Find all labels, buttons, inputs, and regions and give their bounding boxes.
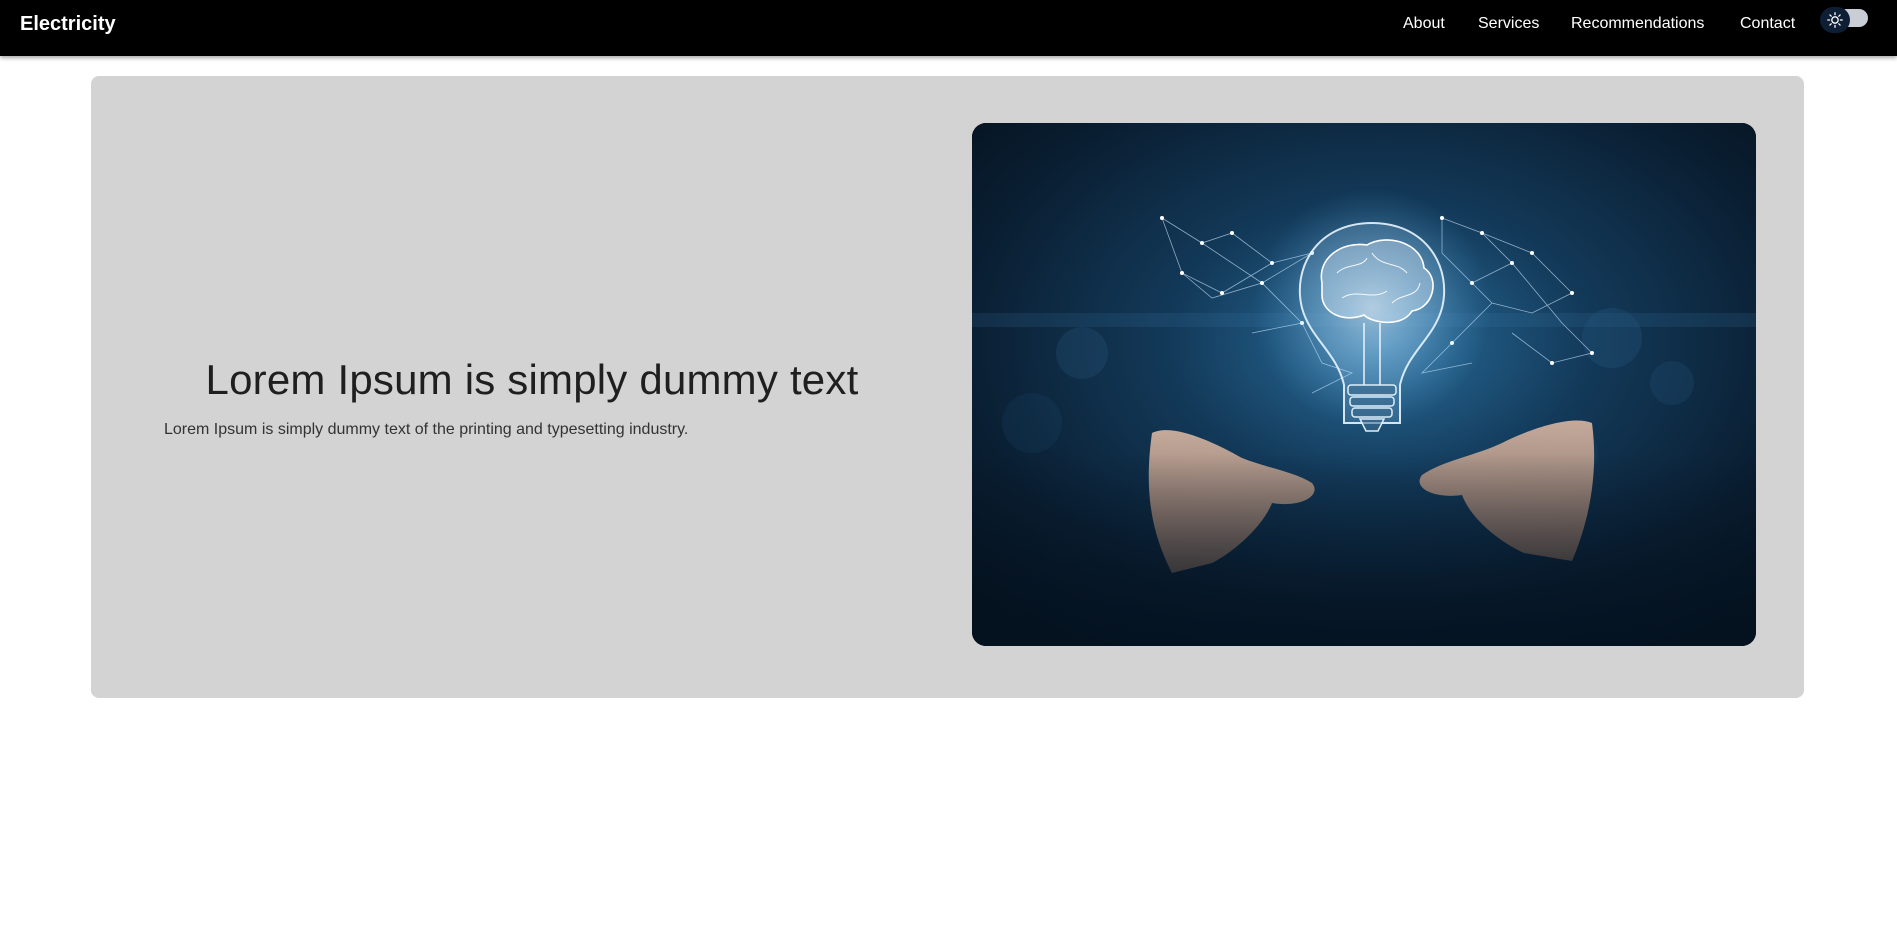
hero-image bbox=[972, 123, 1756, 646]
nav-link-recommendations[interactable]: Recommendations bbox=[1571, 15, 1704, 33]
nav-link-about[interactable]: About bbox=[1403, 15, 1445, 33]
sun-icon bbox=[1827, 12, 1843, 28]
top-navbar: Electricity About Services Recommendatio… bbox=[0, 0, 1897, 56]
hero-title: Lorem Ipsum is simply dummy text bbox=[205, 356, 859, 403]
brand-logo-link[interactable]: Electricity bbox=[20, 13, 116, 36]
lightbulb-hands-illustration bbox=[972, 123, 1756, 646]
hero-text: Lorem Ipsum is simply dummy text of the … bbox=[164, 421, 689, 438]
theme-toggle[interactable] bbox=[1820, 7, 1870, 33]
nav-link-contact[interactable]: Contact bbox=[1740, 15, 1795, 33]
theme-toggle-knob bbox=[1820, 7, 1850, 33]
nav-link-services[interactable]: Services bbox=[1478, 15, 1539, 33]
hero-card: Lorem Ipsum is simply dummy text Lorem I… bbox=[91, 76, 1804, 698]
